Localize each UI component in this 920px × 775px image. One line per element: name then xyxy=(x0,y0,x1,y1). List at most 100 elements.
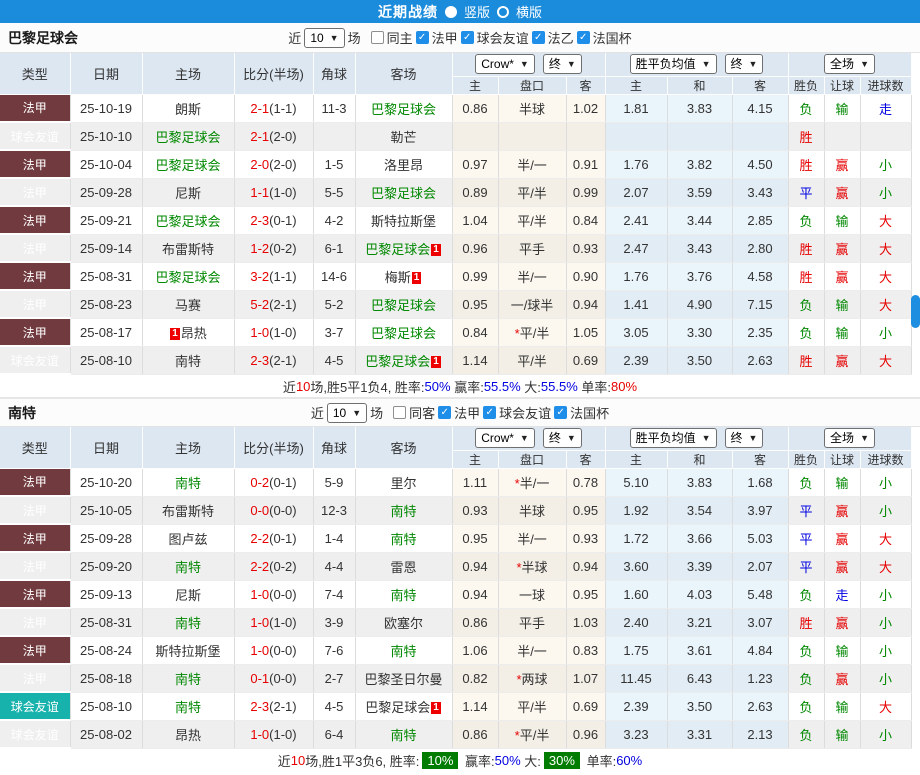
col-handicap-result: 让球 xyxy=(824,450,860,468)
match-date: 25-09-13 xyxy=(70,580,142,608)
scope-select[interactable]: 全场▼ xyxy=(824,54,875,74)
avg-away-odds: 4.58 xyxy=(732,262,788,290)
avg-home-odds: 3.23 xyxy=(605,720,667,748)
avg-home-odds xyxy=(605,122,667,150)
result-outcome: 负 xyxy=(788,692,824,720)
scrollbar-thumb[interactable] xyxy=(911,295,920,328)
corner-score: 1-5 xyxy=(313,150,355,178)
match-date: 25-10-10 xyxy=(70,122,142,150)
match-date: 25-08-02 xyxy=(70,720,142,748)
match-score: 1-0(0-0) xyxy=(234,580,313,608)
match-row: 法甲25-08-31巴黎足球会3-2(1-1)14-6梅斯10.99半/一0.9… xyxy=(0,262,911,290)
col-date: 日期 xyxy=(70,427,142,468)
games-count-select[interactable]: 10▼ xyxy=(327,403,367,423)
avg-home-odds: 2.07 xyxy=(605,178,667,206)
league-checkbox-0[interactable]: ✓ xyxy=(416,31,429,44)
scope-select[interactable]: 全场▼ xyxy=(824,428,875,448)
corner-score: 4-5 xyxy=(313,346,355,374)
league-label-2[interactable]: 法国杯 xyxy=(570,403,609,422)
match-row: 法甲25-09-28图卢兹2-2(0-1)1-4南特0.95半/一0.931.7… xyxy=(0,524,911,552)
match-row: 法甲25-08-171昂热1-0(1-0)3-7巴黎足球会0.84*平/半1.0… xyxy=(0,318,911,346)
league-label-1[interactable]: 球会友谊 xyxy=(477,28,529,47)
match-type: 法甲 xyxy=(0,206,70,234)
col-date: 日期 xyxy=(70,53,142,94)
avg-home-odds: 11.45 xyxy=(605,664,667,692)
result-goals: 小 xyxy=(860,664,911,692)
odds-provider-select[interactable]: Crow*▼ xyxy=(475,54,535,74)
avg-home-odds: 2.47 xyxy=(605,234,667,262)
odds-away: 0.96 xyxy=(566,720,605,748)
league-label-0[interactable]: 法甲 xyxy=(432,28,458,47)
league-checkbox-2[interactable]: ✓ xyxy=(554,406,567,419)
red-card-badge: 1 xyxy=(431,356,441,368)
home-team: 斯特拉斯堡 xyxy=(142,636,234,664)
match-row: 法甲25-09-20南特2-2(0-2)4-4雷恩0.94*半球0.943.60… xyxy=(0,552,911,580)
avg-odds-select[interactable]: 胜平负均值▼ xyxy=(630,428,717,448)
avg-time-select[interactable]: 终▼ xyxy=(725,54,764,74)
odds-away: 0.99 xyxy=(566,178,605,206)
avg-away-odds: 5.03 xyxy=(732,524,788,552)
corner-score: 3-7 xyxy=(313,318,355,346)
col-away: 客场 xyxy=(355,53,452,94)
games-count-select[interactable]: 10▼ xyxy=(304,28,344,48)
odds-handicap: 平/半 xyxy=(498,206,566,234)
result-outcome: 胜 xyxy=(788,150,824,178)
section-paris-fc: 巴黎足球会 近10▼场同主✓法甲✓球会友谊✓法乙✓法国杯 类型 日期 主场 比分… xyxy=(0,23,920,397)
col-score: 比分(半场) xyxy=(234,427,313,468)
result-handicap: 走 xyxy=(824,580,860,608)
topbar: 近期战绩 竖版 横版 xyxy=(0,0,920,23)
home-team: 南特 xyxy=(142,664,234,692)
league-label-2[interactable]: 法乙 xyxy=(548,28,574,47)
odds-handicap: *平/半 xyxy=(498,318,566,346)
league-label-3[interactable]: 法国杯 xyxy=(593,28,632,47)
same-venue-label[interactable]: 同客 xyxy=(409,403,435,422)
match-score: 2-3(0-1) xyxy=(234,206,313,234)
match-date: 25-09-14 xyxy=(70,234,142,262)
avg-draw-odds: 3.54 xyxy=(667,496,732,524)
col-goals-result: 进球数 xyxy=(860,76,911,94)
recent-results-page: 近期战绩 竖版 横版 巴黎足球会 近10▼场同主✓法甲✓球会友谊✓法乙✓法国杯 … xyxy=(0,0,920,775)
radio-horizontal-layout[interactable] xyxy=(497,6,509,18)
odds-away: 0.91 xyxy=(566,150,605,178)
avg-odds-select[interactable]: 胜平负均值▼ xyxy=(630,54,717,74)
avg-draw-odds: 4.90 xyxy=(667,290,732,318)
avg-draw-odds: 6.43 xyxy=(667,664,732,692)
summary-part: 10 xyxy=(296,379,310,394)
summary-part: 场,胜5平1负4, 胜率: xyxy=(310,377,424,396)
league-checkbox-1[interactable]: ✓ xyxy=(461,31,474,44)
match-type: 法甲 xyxy=(0,178,70,206)
same-venue-checkbox[interactable] xyxy=(393,406,406,419)
league-label-0[interactable]: 法甲 xyxy=(454,403,480,422)
avg-away-odds: 2.85 xyxy=(732,206,788,234)
odds-home: 0.84 xyxy=(452,318,498,346)
home-team: 南特 xyxy=(142,608,234,636)
result-handicap: 输 xyxy=(824,636,860,664)
avg-away-odds: 5.48 xyxy=(732,580,788,608)
odds-time-select[interactable]: 终▼ xyxy=(543,428,582,448)
result-handicap: 输 xyxy=(824,720,860,748)
odds-home: 0.93 xyxy=(452,496,498,524)
radio-vertical-label[interactable]: 竖版 xyxy=(464,2,490,21)
home-team: 巴黎足球会 xyxy=(142,262,234,290)
radio-horizontal-label[interactable]: 横版 xyxy=(516,2,542,21)
radio-vertical-layout[interactable] xyxy=(445,6,457,18)
summary-nantes: 近10场,胜1平3负6, 胜率:10% 赢率:50% 大:30% 单率:60% xyxy=(0,749,920,771)
league-checkbox-3[interactable]: ✓ xyxy=(577,31,590,44)
avg-draw-odds: 3.44 xyxy=(667,206,732,234)
match-score: 5-2(2-1) xyxy=(234,290,313,318)
odds-handicap: *平/半 xyxy=(498,720,566,748)
league-label-1[interactable]: 球会友谊 xyxy=(499,403,551,422)
same-venue-label[interactable]: 同主 xyxy=(387,28,413,47)
result-goals: 小 xyxy=(860,468,911,496)
odds-time-select[interactable]: 终▼ xyxy=(543,54,582,74)
col-avg-draw: 和 xyxy=(667,450,732,468)
avg-home-odds: 3.05 xyxy=(605,318,667,346)
avg-time-select[interactable]: 终▼ xyxy=(725,428,764,448)
odds-away: 0.83 xyxy=(566,636,605,664)
league-checkbox-2[interactable]: ✓ xyxy=(532,31,545,44)
home-team: 南特 xyxy=(142,552,234,580)
odds-provider-select[interactable]: Crow*▼ xyxy=(475,428,535,448)
league-checkbox-0[interactable]: ✓ xyxy=(438,406,451,419)
league-checkbox-1[interactable]: ✓ xyxy=(483,406,496,419)
same-venue-checkbox[interactable] xyxy=(371,31,384,44)
